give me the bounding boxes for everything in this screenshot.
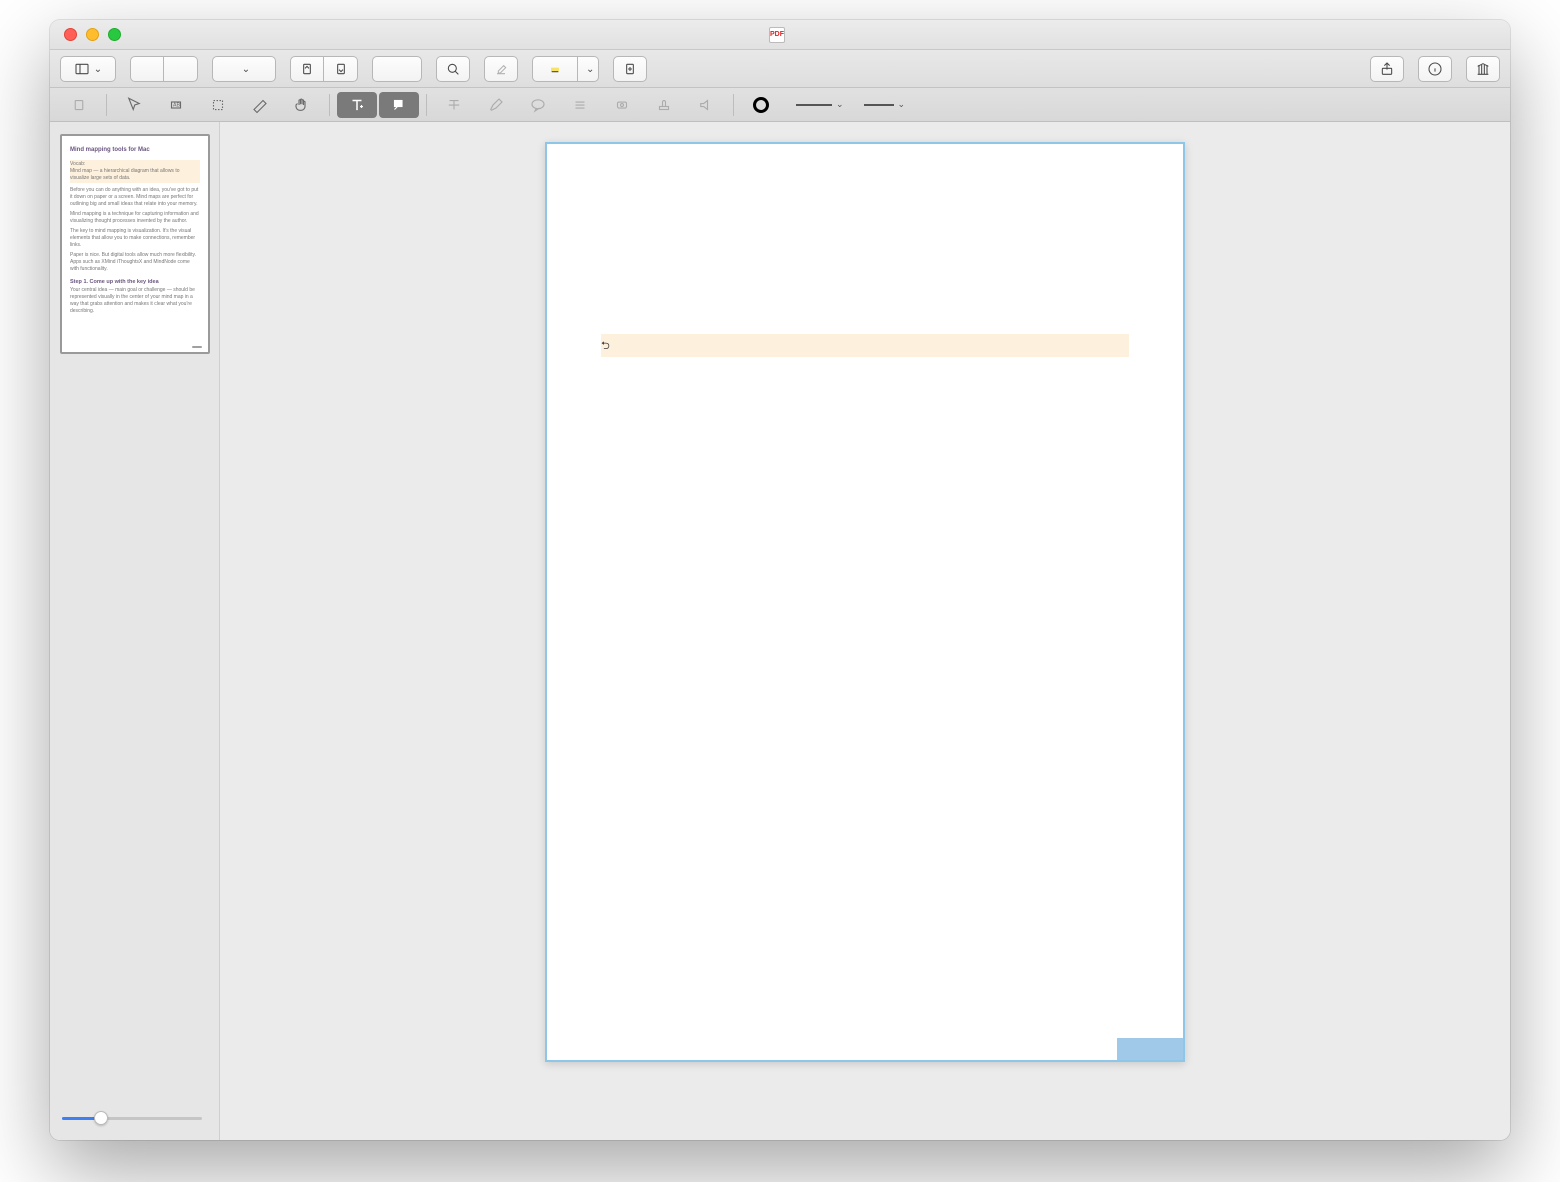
highlight-button[interactable]: [532, 56, 578, 82]
highlight-dropdown[interactable]: ⌄: [578, 56, 599, 82]
search-button[interactable]: [436, 56, 470, 82]
close-window[interactable]: [64, 28, 77, 41]
scale-field[interactable]: ⌄: [212, 56, 276, 82]
inspector-button[interactable]: [1418, 56, 1452, 82]
main-area: Mind mapping tools for Mac Vocab:Mind ma…: [50, 122, 1510, 1140]
svg-text:AB: AB: [173, 102, 181, 108]
sound-tool[interactable]: [686, 92, 726, 118]
link-tool[interactable]: [602, 92, 642, 118]
lines-tool[interactable]: [560, 92, 600, 118]
pdf-icon: PDF: [769, 27, 785, 43]
page-field[interactable]: [372, 56, 422, 82]
line-style-dropdown[interactable]: ⌄: [864, 99, 906, 110]
crop-tool[interactable]: [198, 92, 238, 118]
library-button[interactable]: [1466, 56, 1500, 82]
selection-highlight: [1117, 1038, 1183, 1060]
share-button[interactable]: [1370, 56, 1404, 82]
thumbnail-page-number: [192, 346, 202, 348]
highlighter-tool[interactable]: [476, 92, 516, 118]
area-select-tool[interactable]: AB: [156, 92, 196, 118]
thumbnail-sidebar: Mind mapping tools for Mac Vocab:Mind ma…: [50, 122, 220, 1140]
zoom-out-button[interactable]: [130, 56, 164, 82]
thumbnail-zoom-slider[interactable]: [62, 1110, 202, 1126]
titlebar: PDF: [50, 20, 1510, 50]
text-tool[interactable]: [337, 92, 377, 118]
markup-toolbar: AB ⌄ ⌄: [50, 88, 1510, 122]
pdf-page: ⮌: [545, 142, 1185, 1062]
callout-tool[interactable]: [379, 92, 419, 118]
page-down-button[interactable]: [324, 56, 358, 82]
zoom-window[interactable]: [108, 28, 121, 41]
insert-button[interactable]: [613, 56, 647, 82]
speech-bubble-tool[interactable]: [518, 92, 558, 118]
window-controls: [64, 28, 121, 41]
stamp-tool[interactable]: [644, 92, 684, 118]
color-swatch-icon: [753, 97, 769, 113]
correct-text-button[interactable]: [484, 56, 518, 82]
vocab-highlight: ⮌: [601, 334, 1129, 357]
paragraph: [601, 385, 1129, 404]
window-title: PDF: [50, 27, 1510, 43]
redact-tool[interactable]: [240, 92, 280, 118]
page-thumbnail[interactable]: Mind mapping tools for Mac Vocab:Mind ma…: [60, 134, 210, 354]
pan-tool[interactable]: [282, 92, 322, 118]
minimize-window[interactable]: [86, 28, 99, 41]
sidebar-toggle-button[interactable]: ⌄: [60, 56, 116, 82]
line-width-dropdown[interactable]: ⌄: [796, 99, 844, 110]
color-picker[interactable]: [741, 92, 781, 118]
main-toolbar: ⌄ ⌄: [50, 50, 1510, 88]
text-select-tool[interactable]: [59, 92, 99, 118]
page-up-button[interactable]: [290, 56, 324, 82]
move-tool[interactable]: [114, 92, 154, 118]
zoom-in-button[interactable]: [164, 56, 198, 82]
strikethrough-tool[interactable]: [434, 92, 474, 118]
page-viewer[interactable]: ⮌: [220, 122, 1510, 1140]
app-window: PDF ⌄ ⌄: [50, 20, 1510, 1140]
